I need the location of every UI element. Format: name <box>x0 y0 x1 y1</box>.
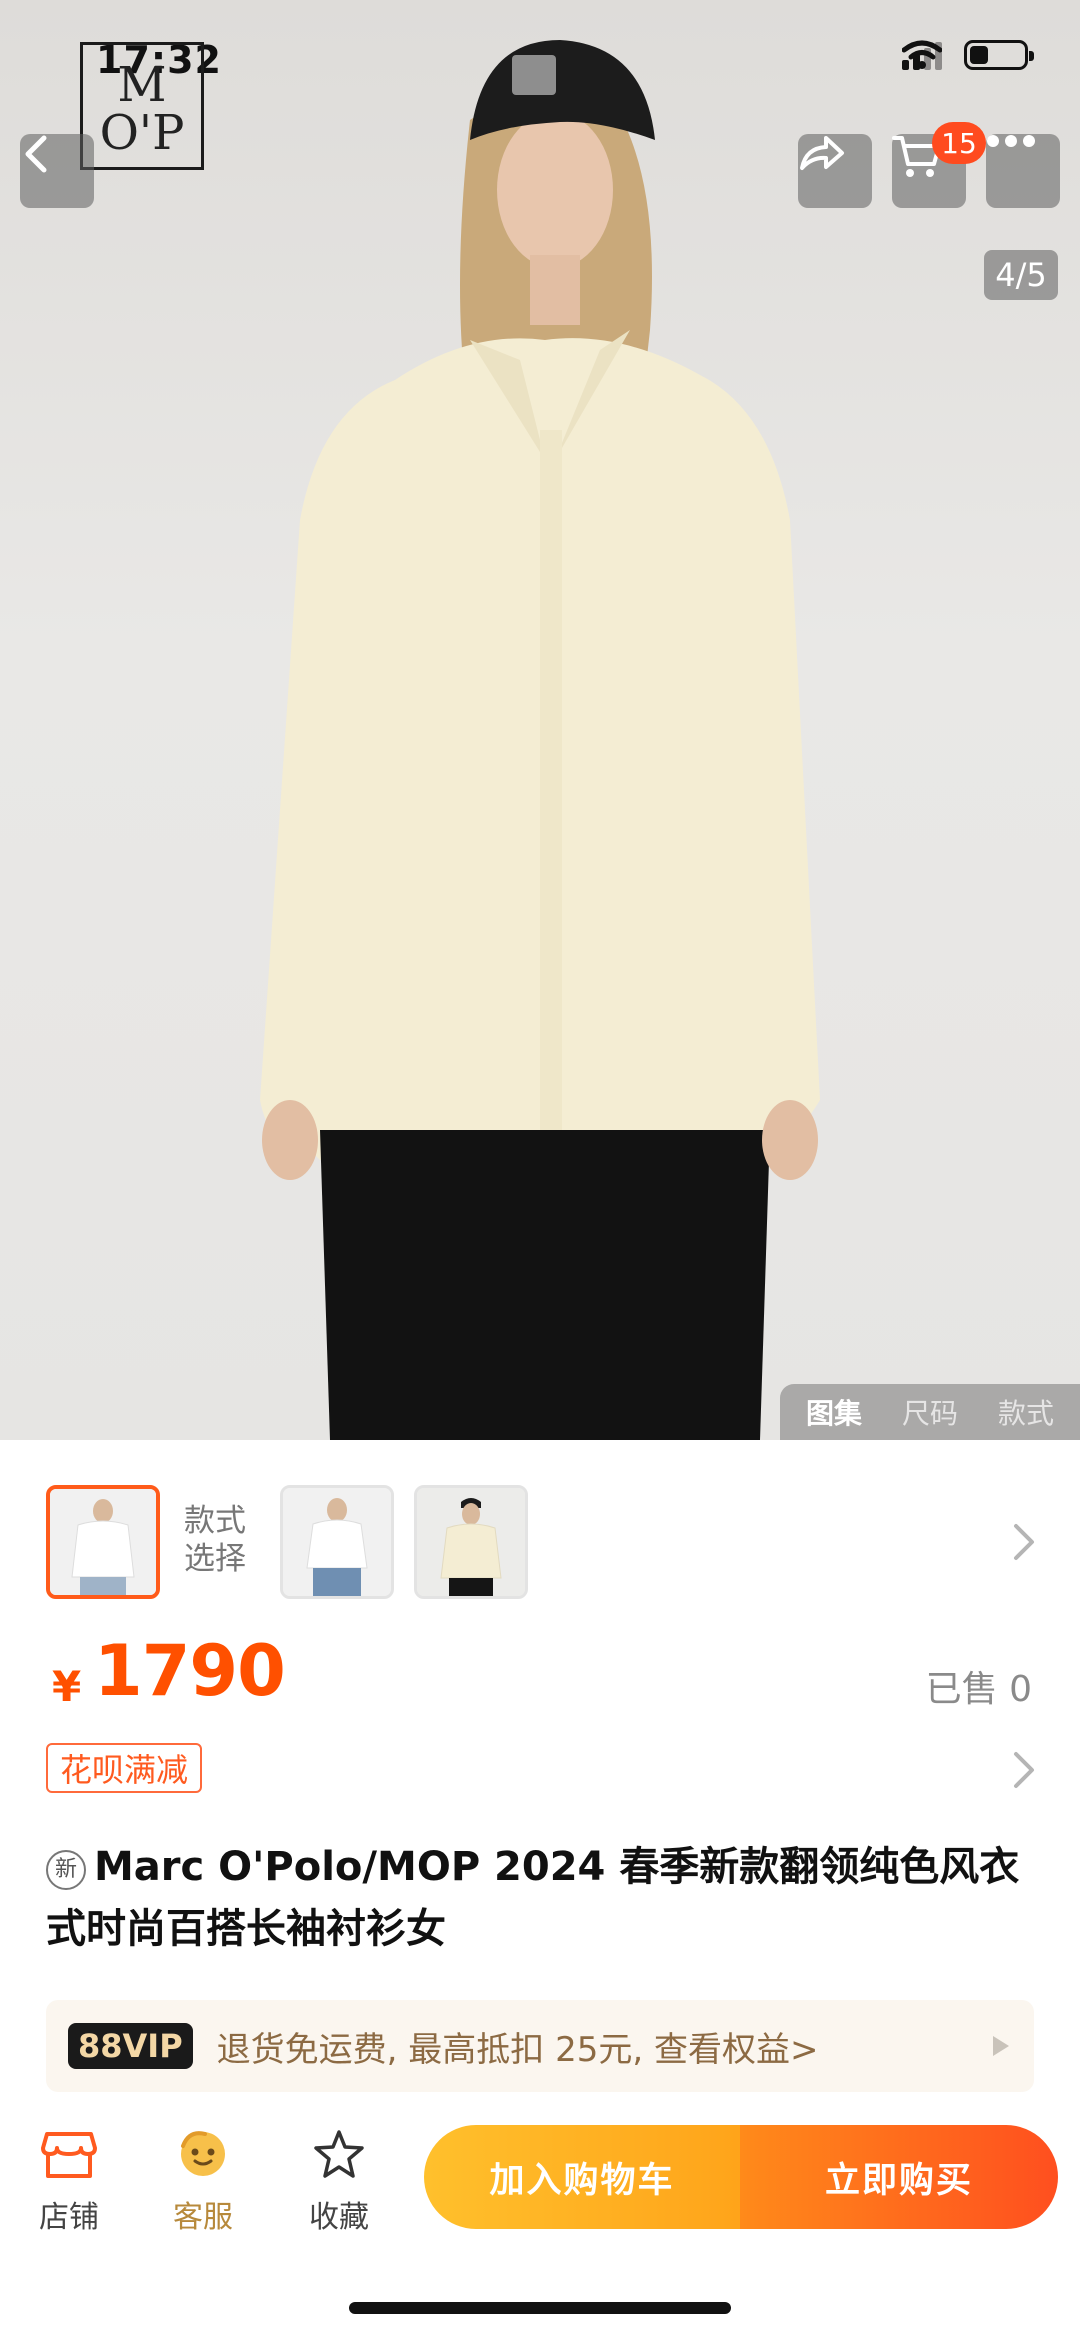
favorite-button[interactable]: 收藏 <box>284 2128 394 2236</box>
brand-logo: M O'P <box>80 42 204 170</box>
price-value: 1790 <box>94 1630 286 1712</box>
product-image[interactable]: 17:32 M O'P 15 4/5 图集 尺码 款式 <box>0 0 1080 1440</box>
tab-size[interactable]: 尺码 <box>902 1392 958 1432</box>
price-currency: ¥ <box>52 1662 82 1711</box>
promo-tag[interactable]: 花呗满减 <box>46 1743 203 1793</box>
share-icon <box>800 136 844 170</box>
product-photo-illustration <box>260 40 820 1440</box>
chevron-right-icon[interactable] <box>1012 1750 1036 1790</box>
status-indicators <box>902 40 1034 70</box>
customer-service-button[interactable]: 客服 <box>148 2128 258 2236</box>
more-button[interactable] <box>986 134 1060 208</box>
back-button[interactable] <box>20 134 94 208</box>
shop-button[interactable]: 店铺 <box>14 2128 124 2236</box>
buy-now-button[interactable]: 立即购买 <box>740 2125 1058 2229</box>
image-page-indicator: 4/5 <box>984 250 1058 300</box>
vip-benefit-bar[interactable]: 88VIP 退货免运费, 最高抵扣 25元, 查看权益> <box>46 2000 1034 2092</box>
tab-gallery[interactable]: 图集 <box>806 1392 862 1432</box>
variant-label: 款式选择 <box>184 1503 246 1577</box>
play-arrow-icon <box>993 2036 1009 2056</box>
home-indicator[interactable] <box>349 2302 731 2314</box>
chevron-left-icon <box>25 135 47 173</box>
battery-icon <box>964 40 1034 70</box>
star-icon <box>314 2130 364 2178</box>
variant-image <box>50 1489 156 1595</box>
variant-thumb-selected[interactable] <box>46 1485 160 1599</box>
sold-count: 已售 0 <box>925 1669 1032 1710</box>
price-row: ¥ 1790 已售 0 <box>0 1620 1080 1720</box>
customer-service-label: 客服 <box>173 2200 233 2235</box>
cart-count-badge: 15 <box>932 122 986 164</box>
customer-service-icon <box>181 2131 225 2176</box>
wifi-icon <box>902 40 942 69</box>
shop-label: 店铺 <box>39 2200 99 2235</box>
product-title-text: Marc O'Polo/MOP 2024 春季新款翻领纯色风衣式时尚百搭长袖衬衫… <box>46 1844 1020 1952</box>
chevron-right-icon[interactable] <box>1012 1522 1036 1562</box>
shop-icon <box>41 2132 97 2178</box>
vip-benefit-text: 退货免运费, 最高抵扣 25元, 查看权益> <box>216 2029 819 2070</box>
share-button[interactable] <box>798 134 872 208</box>
tab-style[interactable]: 款式 <box>998 1392 1054 1432</box>
variant-image <box>417 1488 525 1596</box>
product-title: 新 Marc O'Polo/MOP 2024 春季新款翻领纯色风衣式时尚百搭长袖衬… <box>46 1836 1036 1960</box>
variant-selector[interactable]: 款式选择 <box>0 1440 1080 1610</box>
cart-button[interactable]: 15 <box>892 122 986 208</box>
variant-image <box>283 1488 391 1596</box>
vip-badge: 88VIP <box>68 2023 193 2069</box>
new-badge: 新 <box>46 1850 86 1890</box>
variant-thumb[interactable] <box>280 1485 394 1599</box>
variant-thumb[interactable] <box>414 1485 528 1599</box>
more-dots-icon <box>987 135 1035 147</box>
favorite-label: 收藏 <box>309 2200 369 2235</box>
media-tabs: 图集 尺码 款式 <box>780 1384 1080 1440</box>
add-to-cart-button[interactable]: 加入购物车 <box>424 2125 740 2229</box>
bottom-action-bar: 店铺 客服 收藏 加入购物车 立即购买 <box>0 2110 1080 2280</box>
